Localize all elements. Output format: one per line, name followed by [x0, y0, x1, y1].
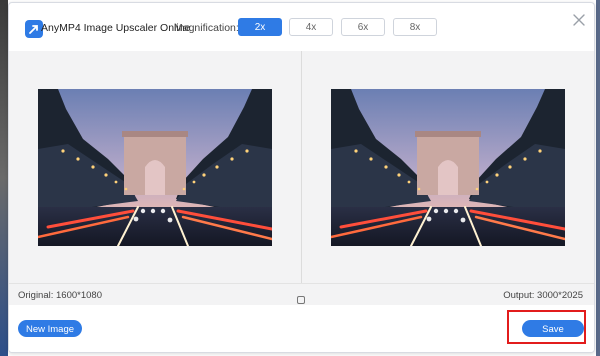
output-resolution: Output: 3000*2025	[503, 290, 583, 301]
original-resolution: Original: 1600*1080	[18, 290, 102, 301]
magnification-label: Magnification:	[174, 22, 239, 34]
output-image-pane	[302, 51, 594, 283]
magnification-2x-button[interactable]: 2x	[238, 18, 282, 36]
save-button[interactable]: Save	[522, 320, 584, 337]
magnification-6x-button[interactable]: 6x	[341, 18, 385, 36]
comparison-area	[9, 51, 594, 283]
action-bar: New Image Save	[9, 305, 594, 352]
background-window-edge	[0, 0, 8, 356]
new-image-button[interactable]: New Image	[18, 320, 82, 337]
background-window-edge-right	[596, 0, 600, 356]
close-icon[interactable]	[571, 12, 587, 28]
dialog-header: AnyMP4 Image Upscaler Online Magnificati…	[9, 3, 594, 51]
compare-toggle-icon[interactable]	[297, 291, 305, 304]
app-title: AnyMP4 Image Upscaler Online	[41, 22, 191, 34]
image-info-bar: Original: 1600*1080 Output: 3000*2025	[9, 283, 594, 306]
original-image	[38, 89, 272, 246]
output-image	[331, 89, 565, 246]
magnification-4x-button[interactable]: 4x	[289, 18, 333, 36]
upscaler-dialog: AnyMP4 Image Upscaler Online Magnificati…	[8, 2, 595, 353]
magnification-8x-button[interactable]: 8x	[393, 18, 437, 36]
original-image-pane	[9, 51, 301, 283]
